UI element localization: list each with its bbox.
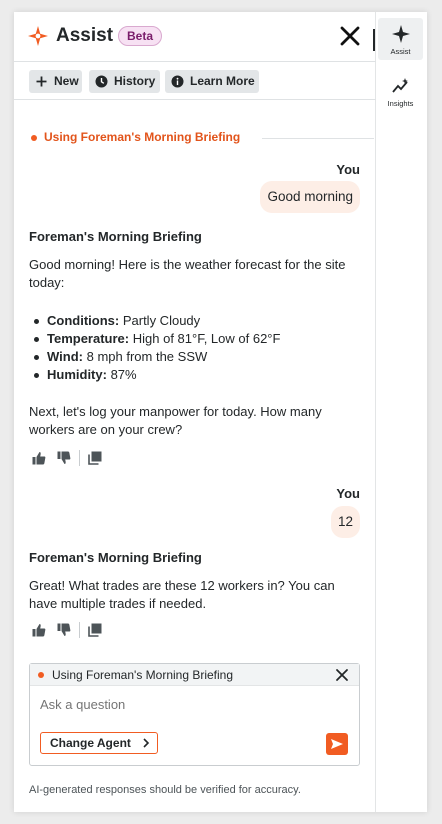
divider [79, 622, 80, 638]
new-button-label: New [54, 74, 79, 88]
user-sender-label: You [336, 486, 360, 501]
message-composer: Using Foreman's Morning Briefing Change … [29, 663, 360, 766]
status-dot [31, 135, 37, 141]
panel-header: Assist Beta [14, 12, 376, 62]
rail-item-insights[interactable]: Insights [378, 70, 423, 112]
assist-main: Assist Beta New History Learn More Using… [14, 12, 376, 812]
toolbar: New History Learn More [14, 63, 376, 100]
active-agent-indicator: Using Foreman's Morning Briefing [29, 130, 374, 146]
history-button[interactable]: History [89, 70, 160, 93]
agent-message-title: Foreman's Morning Briefing [29, 229, 202, 244]
send-icon [331, 739, 343, 749]
panel-title: Assist [56, 25, 114, 46]
close-icon[interactable] [335, 668, 349, 682]
ai-disclaimer: AI-generated responses should be verifie… [29, 784, 301, 796]
user-sender-label: You [336, 162, 360, 177]
composer-agent-text: Using Foreman's Morning Briefing [52, 668, 234, 682]
assist-panel: Assist Beta New History Learn More Using… [14, 12, 427, 812]
copy-icon[interactable] [88, 623, 102, 637]
user-message-bubble: Good morning [260, 181, 360, 213]
insights-icon [392, 78, 408, 93]
agent-message-intro: Good morning! Here is the weather foreca… [29, 257, 346, 290]
active-indicator [373, 29, 375, 51]
agent-message-outro: Next, let's log your manpower for today.… [29, 404, 322, 437]
thumbs-up-icon[interactable] [32, 623, 46, 637]
send-button[interactable] [326, 733, 348, 755]
list-item: Wind: 8 mph from the SSW [29, 348, 359, 366]
plus-icon [36, 76, 47, 87]
feedback-actions [32, 450, 112, 466]
rail-item-label: Assist [390, 47, 411, 56]
question-input[interactable] [40, 697, 350, 712]
agent-message-text: Great! What trades are these 12 workers … [29, 578, 335, 611]
history-button-label: History [114, 74, 156, 88]
change-agent-label: Change Agent [50, 736, 131, 750]
user-message-bubble: 12 [330, 506, 360, 538]
beta-badge: Beta [118, 26, 163, 46]
clock-icon [95, 75, 108, 88]
thumbs-down-icon[interactable] [57, 623, 71, 637]
thumbs-up-icon[interactable] [32, 451, 46, 465]
list-item: Conditions: Partly Cloudy [29, 312, 359, 330]
thumbs-down-icon[interactable] [57, 451, 71, 465]
procore-logo-icon [28, 26, 48, 46]
composer-agent-bar: Using Foreman's Morning Briefing [30, 664, 359, 686]
divider [262, 138, 374, 139]
new-button[interactable]: New [29, 70, 82, 93]
learn-more-button-label: Learn More [190, 74, 255, 88]
close-icon[interactable] [338, 24, 362, 48]
copy-icon[interactable] [88, 451, 102, 465]
divider [79, 450, 80, 466]
info-icon [171, 75, 184, 88]
active-agent-text: Using Foreman's Morning Briefing [44, 130, 241, 144]
list-item: Temperature: High of 81°F, Low of 62°F [29, 330, 359, 348]
agent-message-title: Foreman's Morning Briefing [29, 550, 202, 565]
feedback-actions [32, 622, 112, 638]
weather-list: Conditions: Partly Cloudy Temperature: H… [29, 312, 359, 384]
rail-item-label: Insights [387, 99, 414, 108]
chevron-right-icon [143, 738, 150, 748]
change-agent-button[interactable]: Change Agent [40, 732, 158, 754]
sparkle-icon [392, 25, 410, 43]
rail-item-assist[interactable]: Assist [378, 18, 423, 60]
learn-more-button[interactable]: Learn More [165, 70, 259, 93]
status-dot [38, 672, 44, 678]
list-item: Humidity: 87% [29, 366, 359, 384]
side-rail: Assist Insights [373, 12, 427, 812]
